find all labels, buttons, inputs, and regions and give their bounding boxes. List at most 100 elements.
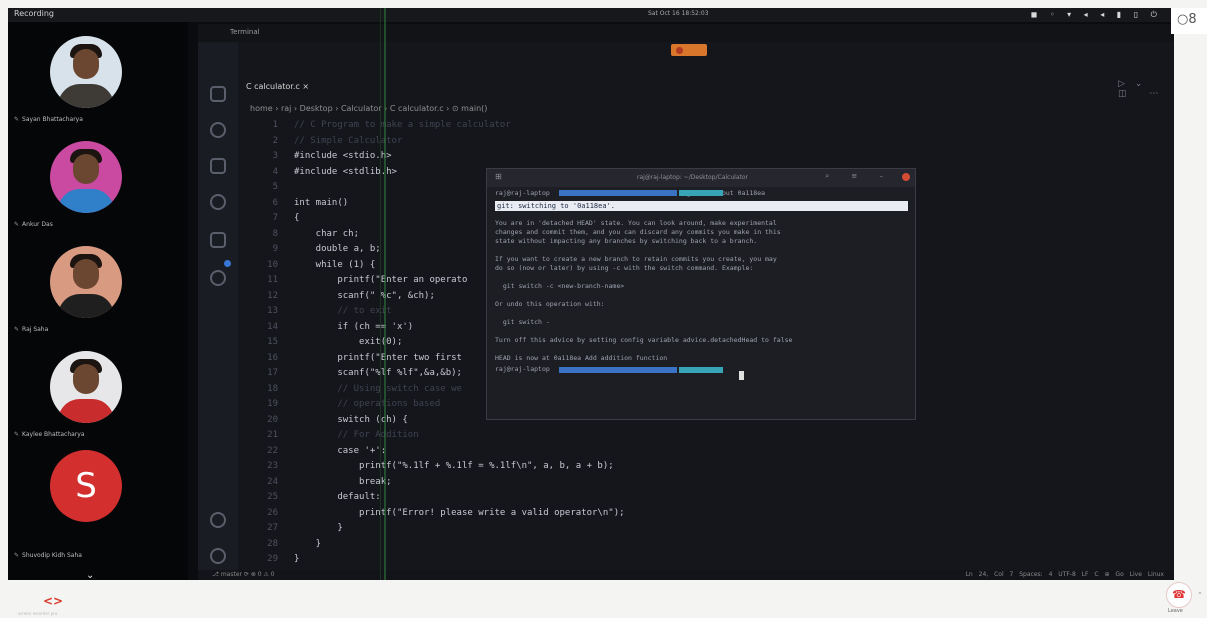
- code-line[interactable]: default:: [294, 492, 380, 502]
- terminal-menu-icon[interactable]: ⊞: [495, 172, 502, 181]
- terminal-title-bar: ⊞ raj@raj-laptop: ~/Desktop/Calculator ⌕…: [487, 169, 915, 187]
- code-line[interactable]: }: [294, 523, 342, 533]
- status-branch[interactable]: ⎇ master ⟳ ⊗ 0 ⚠ 0: [212, 571, 275, 578]
- status-bar: ⎇ master ⟳ ⊗ 0 ⚠ 0 Ln 24, Col 7 Spaces: …: [198, 570, 1174, 580]
- line-number: 16: [267, 352, 278, 363]
- code-line[interactable]: }: [294, 539, 321, 549]
- shared-screen: Recording Sat Oct 16 18:52:03 ◼ ◦ ▾ ◂ ◂ …: [8, 8, 1174, 580]
- code-line[interactable]: {: [294, 213, 299, 223]
- code-line[interactable]: // operations based: [294, 399, 440, 409]
- line-number: 18: [267, 383, 278, 394]
- logo-caption: screen recorder pro: [18, 611, 58, 616]
- participant-tile[interactable]: S ✎ Shuvodip Kidh Saha: [8, 442, 188, 559]
- status-info[interactable]: Ln 24, Col 7 Spaces: 4 UTF-8 LF C ⊕ Go L…: [966, 571, 1164, 578]
- participant-name: Sayan Bhattacharya: [22, 116, 83, 123]
- participant-tile[interactable]: ✎ Kaylee Bhattacharya: [8, 337, 188, 442]
- code-line[interactable]: case '+':: [294, 446, 386, 456]
- remote-icon[interactable]: [210, 270, 226, 286]
- system-clock: Sat Oct 16 18:52:03: [648, 10, 709, 17]
- self-view[interactable]: ○8: [1171, 8, 1207, 34]
- close-icon[interactable]: [902, 173, 910, 181]
- line-number: 19: [267, 399, 278, 409]
- terminal-line: HEAD is now at 0a118ea Add addition func…: [495, 354, 668, 362]
- avatar: [50, 141, 122, 213]
- participant-tile[interactable]: ✎ Raj Saha: [8, 232, 188, 337]
- code-line[interactable]: exit(0);: [294, 337, 402, 347]
- code-line[interactable]: while (1) {: [294, 260, 376, 270]
- chevron-down-icon[interactable]: ⌄: [86, 570, 94, 580]
- prompt-segment: [679, 190, 723, 196]
- code-line[interactable]: printf("Enter two first: [294, 353, 462, 363]
- chevron-up-icon[interactable]: ⌃: [1197, 591, 1203, 599]
- prompt-segment: [679, 367, 723, 373]
- code-line[interactable]: #include <stdio.h>: [294, 151, 392, 161]
- activity-bar: [198, 42, 238, 580]
- code-line[interactable]: char ch;: [294, 229, 359, 239]
- tab-calculator-c[interactable]: C calculator.c ×: [246, 82, 309, 91]
- participant-name: Ankur Das: [22, 221, 53, 228]
- editor-actions[interactable]: ▷⌄ ◫ ⋯: [1118, 79, 1174, 99]
- avatar-initial: S: [50, 450, 122, 522]
- mic-muted-icon: ✎: [14, 431, 20, 438]
- code-line[interactable]: int main(): [294, 198, 348, 208]
- code-line[interactable]: double a, b;: [294, 244, 381, 254]
- code-line[interactable]: // Simple Calculator: [294, 136, 402, 146]
- line-number: 26: [267, 507, 278, 518]
- divider: [384, 8, 386, 580]
- breadcrumb[interactable]: home › raj › Desktop › Calculator › C ca…: [250, 104, 487, 113]
- line-number: 15: [267, 337, 278, 347]
- code-line[interactable]: scanf(" %c", &ch);: [294, 291, 435, 301]
- line-number: 3: [272, 151, 278, 161]
- terminal-line: You are in 'detached HEAD' state. You ca…: [495, 219, 777, 227]
- terminal-line: Or undo this operation with:: [495, 300, 605, 308]
- account-icon[interactable]: [210, 512, 226, 528]
- code-line[interactable]: #include <stdlib.h>: [294, 167, 397, 177]
- participant-name: Raj Saha: [22, 326, 49, 333]
- line-number: 23: [267, 461, 278, 471]
- line-number: 13: [267, 306, 278, 316]
- code-line[interactable]: }: [294, 554, 299, 564]
- avatar: [50, 351, 122, 423]
- participant-tile[interactable]: ✎ Ankur Das: [8, 127, 188, 232]
- line-number: 7: [272, 213, 278, 223]
- line-number: 14: [267, 321, 278, 332]
- terminal-title: raj@raj-laptop: ~/Desktop/Calculator: [637, 174, 748, 181]
- line-number: 6: [272, 197, 278, 208]
- terminal-line: state without impacting any branches by …: [495, 237, 758, 245]
- line-number: 28: [267, 538, 278, 549]
- line-number: 8: [272, 228, 278, 239]
- avatar: [50, 36, 122, 108]
- person-icon: ○8: [1177, 12, 1197, 27]
- gear-icon[interactable]: [210, 548, 226, 564]
- highlight-text: git: switching to '0a118ea'.: [497, 202, 616, 210]
- terminal-line: git switch -: [495, 318, 550, 326]
- search-icon[interactable]: [210, 122, 226, 138]
- leave-button[interactable]: ☎: [1166, 582, 1192, 608]
- extensions-icon[interactable]: [210, 232, 226, 248]
- prompt-segment: [559, 190, 677, 196]
- terminal-window[interactable]: ⊞ raj@raj-laptop: ~/Desktop/Calculator ⌕…: [486, 168, 916, 420]
- phone-hangup-icon: ☎: [1172, 588, 1186, 601]
- code-line[interactable]: scanf("%lf %lf",&a,&b);: [294, 368, 462, 378]
- code-line[interactable]: // to exit: [294, 306, 391, 316]
- code-line[interactable]: // Using switch case we: [294, 384, 462, 394]
- code-line[interactable]: if (ch == 'x'): [294, 322, 413, 332]
- terminal-line: changes and commit them, and you can dis…: [495, 228, 781, 236]
- code-line[interactable]: // C Program to make a simple calculator: [294, 120, 511, 130]
- code-line[interactable]: printf("Error! please write a valid oper…: [294, 508, 625, 518]
- line-number: 5: [272, 182, 278, 192]
- source-control-icon[interactable]: [210, 158, 226, 174]
- run-debug-icon[interactable]: [210, 194, 226, 210]
- terminal-line: git switch -c <new-branch-name>: [495, 282, 625, 290]
- participant-tile[interactable]: ✎ Sayan Bhattacharya: [8, 22, 188, 127]
- terminal-controls[interactable]: ⌕ ≡ –: [825, 172, 893, 181]
- line-number: 27: [267, 523, 278, 533]
- code-line[interactable]: printf("%.1lf + %.1lf = %.1lf\n", a, b, …: [294, 461, 614, 471]
- app-logo: <>: [43, 594, 63, 608]
- system-tray-icons: ◼ ◦ ▾ ◂ ◂ ▮ ▯ ⏻: [1030, 10, 1162, 19]
- code-line[interactable]: break;: [294, 477, 392, 487]
- code-line[interactable]: // For Addition: [294, 430, 418, 440]
- explorer-icon[interactable]: [210, 86, 226, 102]
- code-line[interactable]: switch (ch) {: [294, 415, 407, 425]
- recording-label: Recording: [14, 9, 55, 18]
